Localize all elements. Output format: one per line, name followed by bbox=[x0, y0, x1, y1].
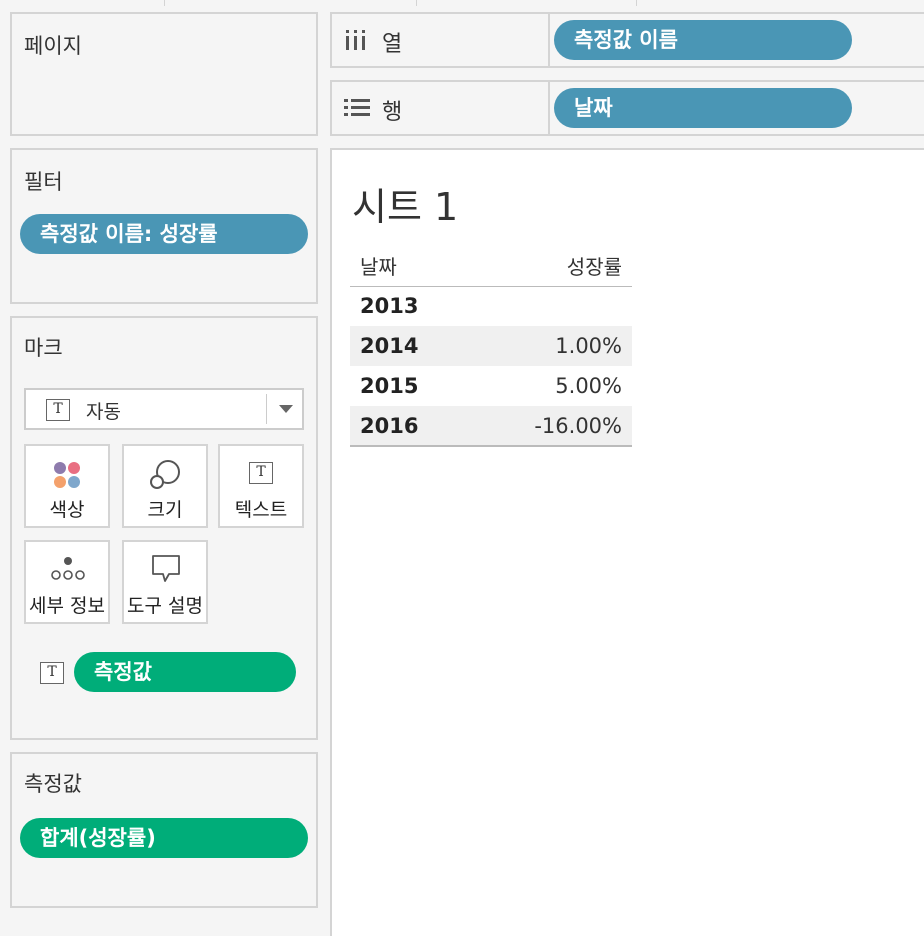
tooltip-icon bbox=[152, 555, 180, 582]
filter-pill-measure-names[interactable]: 측정값 이름: 성장률 bbox=[20, 214, 308, 254]
row-header-year[interactable]: 2016 bbox=[350, 406, 469, 447]
top-divider bbox=[416, 0, 417, 6]
tooltip-card-label: 도구 설명 bbox=[127, 595, 203, 617]
table-header-row: 날짜 성장률 bbox=[350, 246, 632, 287]
size-card-label: 크기 bbox=[147, 499, 183, 521]
measure-pill-sum-growth[interactable]: 합계(성장률) bbox=[20, 818, 308, 858]
rows-shelf[interactable]: 행 날짜 bbox=[330, 80, 924, 136]
measures-title: 측정값 bbox=[24, 772, 82, 796]
pages-title: 페이지 bbox=[24, 34, 82, 58]
table-row[interactable]: 2015 5.00% bbox=[350, 366, 632, 406]
mark-type-dropdown[interactable]: T 자동 bbox=[24, 388, 304, 430]
cell-growth[interactable]: 5.00% bbox=[469, 366, 632, 406]
cell-growth[interactable]: 1.00% bbox=[468, 326, 632, 366]
pages-panel[interactable]: 페이지 bbox=[10, 12, 318, 136]
sheet-title: 시트 1 bbox=[352, 185, 459, 229]
detail-icon bbox=[51, 557, 85, 580]
text-card-label: 텍스트 bbox=[234, 499, 288, 521]
shelf-divider bbox=[548, 14, 550, 66]
top-divider bbox=[164, 0, 165, 6]
cell-growth[interactable]: -16.00% bbox=[468, 406, 632, 447]
view-canvas[interactable]: 시트 1 날짜 성장률 2013 2014 1.00% 2015 5.00% 2… bbox=[330, 148, 924, 936]
rows-icon bbox=[344, 99, 370, 116]
row-header-year[interactable]: 2014 bbox=[350, 326, 469, 366]
size-card[interactable]: 크기 bbox=[122, 444, 208, 528]
column-header-date[interactable]: 날짜 bbox=[350, 246, 469, 287]
text-icon: T bbox=[46, 399, 70, 421]
mark-type-label: 자동 bbox=[86, 401, 121, 423]
columns-shelf[interactable]: 열 측정값 이름 bbox=[330, 12, 924, 68]
dropdown-divider bbox=[266, 394, 267, 424]
color-icon bbox=[54, 462, 80, 488]
tooltip-card[interactable]: 도구 설명 bbox=[122, 540, 208, 624]
table-row[interactable]: 2016 -16.00% bbox=[350, 406, 632, 447]
detail-card-label: 세부 정보 bbox=[29, 595, 105, 617]
row-header-year[interactable]: 2013 bbox=[350, 286, 469, 326]
columns-pill-measure-names[interactable]: 측정값 이름 bbox=[554, 20, 852, 60]
shelf-divider bbox=[548, 82, 550, 134]
color-card-label: 색상 bbox=[49, 499, 85, 521]
data-table[interactable]: 날짜 성장률 2013 2014 1.00% 2015 5.00% 2016 -… bbox=[350, 246, 632, 447]
table-row[interactable]: 2013 bbox=[350, 286, 632, 326]
columns-icon bbox=[346, 30, 365, 50]
color-card[interactable]: 색상 bbox=[24, 444, 110, 528]
measures-panel[interactable]: 측정값 합계(성장률) bbox=[10, 752, 318, 908]
rows-label: 행 bbox=[382, 100, 403, 125]
marks-text-pill-measure-values[interactable]: 측정값 bbox=[74, 652, 296, 692]
filters-title: 필터 bbox=[24, 170, 63, 194]
text-card[interactable]: T 텍스트 bbox=[218, 444, 304, 528]
column-header-growth[interactable]: 성장률 bbox=[468, 246, 632, 287]
text-icon: T bbox=[40, 662, 64, 684]
columns-label: 열 bbox=[382, 32, 403, 57]
text-icon: T bbox=[249, 462, 273, 484]
top-divider bbox=[636, 0, 637, 6]
marks-panel[interactable]: 마크 T 자동 색상 크기 T 텍스트 세부 정보 도구 설명 T 측정값 bbox=[10, 316, 318, 740]
size-icon bbox=[150, 460, 180, 489]
dropdown-icon[interactable] bbox=[278, 404, 294, 414]
marks-title: 마크 bbox=[24, 336, 63, 360]
rows-pill-date[interactable]: 날짜 bbox=[554, 88, 852, 128]
row-header-year[interactable]: 2015 bbox=[350, 366, 469, 406]
filters-panel[interactable]: 필터 측정값 이름: 성장률 bbox=[10, 148, 318, 304]
cell-growth[interactable] bbox=[469, 286, 632, 326]
detail-card[interactable]: 세부 정보 bbox=[24, 540, 110, 624]
table-row[interactable]: 2014 1.00% bbox=[350, 326, 632, 366]
